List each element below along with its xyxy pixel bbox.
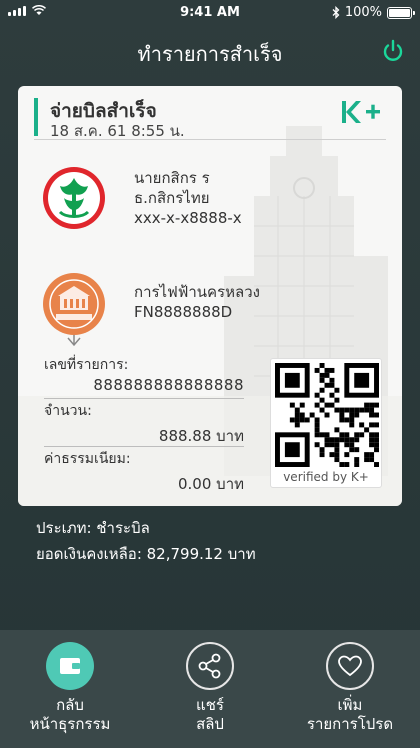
receiver-info: การไฟฟ้านครหลวง FN8888888D — [134, 282, 260, 322]
kplus-logo — [342, 101, 380, 123]
back-to-transactions-button[interactable]: กลับ หน้าธุรกรรม — [10, 642, 130, 734]
amount-label: จำนวน: — [44, 403, 92, 419]
ref-label: เลขที่รายการ: — [44, 357, 129, 373]
divider — [44, 398, 244, 399]
amount-value: 888.88 บาท — [158, 427, 244, 445]
bottom-action-bar: กลับ หน้าธุรกรรม แชร์ สลิป เพิ่ม รายการโ… — [0, 630, 420, 748]
fee-value: 0.00 บาท — [178, 475, 244, 493]
kasikorn-bank-logo — [43, 167, 105, 229]
favorite-label-1: เพิ่ม — [337, 696, 363, 714]
transaction-slip: จ่ายบิลสำเร็จ 18 ส.ค. 61 8:55 น. นายกสิก… — [18, 86, 402, 506]
page-title: ทำรายการสำเร็จ — [137, 42, 283, 66]
sender-bank: ธ.กสิกรไทย — [134, 189, 210, 207]
share-icon — [186, 642, 234, 690]
status-right: 100% — [332, 5, 415, 20]
receiver-code: FN8888888D — [134, 303, 233, 321]
bluetooth-icon — [332, 6, 340, 19]
status-bar: 9:41 AM 100% — [0, 0, 420, 26]
qr-code[interactable]: verified by K+ — [270, 358, 382, 488]
payment-type: ประเภท: ชำระบิล — [36, 519, 150, 537]
fee-label: ค่าธรรมเนียม: — [44, 451, 131, 467]
ref-value: 888888888888888 — [93, 376, 244, 394]
sender-account: xxx-x-x8888-x — [134, 209, 242, 227]
remaining-balance: ยอดเงินคงเหลือ: 82,799.12 บาท — [36, 545, 256, 563]
mea-logo — [43, 273, 105, 335]
heart-icon — [326, 642, 374, 690]
back-label-2: หน้าธุรกรรม — [29, 715, 111, 733]
receiver-name: การไฟฟ้านครหลวง — [134, 283, 260, 301]
slip-datetime: 18 ส.ค. 61 8:55 น. — [50, 122, 185, 140]
screen: 9:41 AM 100% ทำรายการสำเร็จ จ่ายบิลสำเร็… — [0, 0, 420, 748]
qr-caption: verified by K+ — [283, 470, 369, 484]
sender-name: นายกสิกร ร — [134, 169, 210, 187]
sender: นายกสิกร ร ธ.กสิกรไทย xxx-x-x8888-x — [42, 166, 382, 236]
slip-header: จ่ายบิลสำเร็จ 18 ส.ค. 61 8:55 น. — [34, 96, 386, 140]
sender-info: นายกสิกร ร ธ.กสิกรไทย xxx-x-x8888-x — [134, 168, 242, 228]
receiver: การไฟฟ้านครหลวง FN8888888D — [42, 272, 382, 342]
add-favorite-button[interactable]: เพิ่ม รายการโปรด — [290, 642, 410, 734]
accent-bar — [34, 98, 38, 136]
battery-icon — [387, 6, 415, 19]
qr-code-image — [275, 363, 379, 467]
wallet-icon — [46, 642, 94, 690]
favorite-label-2: รายการโปรด — [306, 715, 394, 733]
back-label-1: กลับ — [56, 696, 84, 714]
power-icon[interactable] — [380, 38, 406, 64]
share-label-1: แชร์ — [196, 696, 224, 714]
share-label-2: สลิป — [196, 715, 224, 733]
divider — [44, 446, 244, 447]
header: ทำรายการสำเร็จ — [0, 26, 420, 76]
battery-percent: 100% — [344, 5, 382, 20]
share-slip-button[interactable]: แชร์ สลิป — [150, 642, 270, 734]
